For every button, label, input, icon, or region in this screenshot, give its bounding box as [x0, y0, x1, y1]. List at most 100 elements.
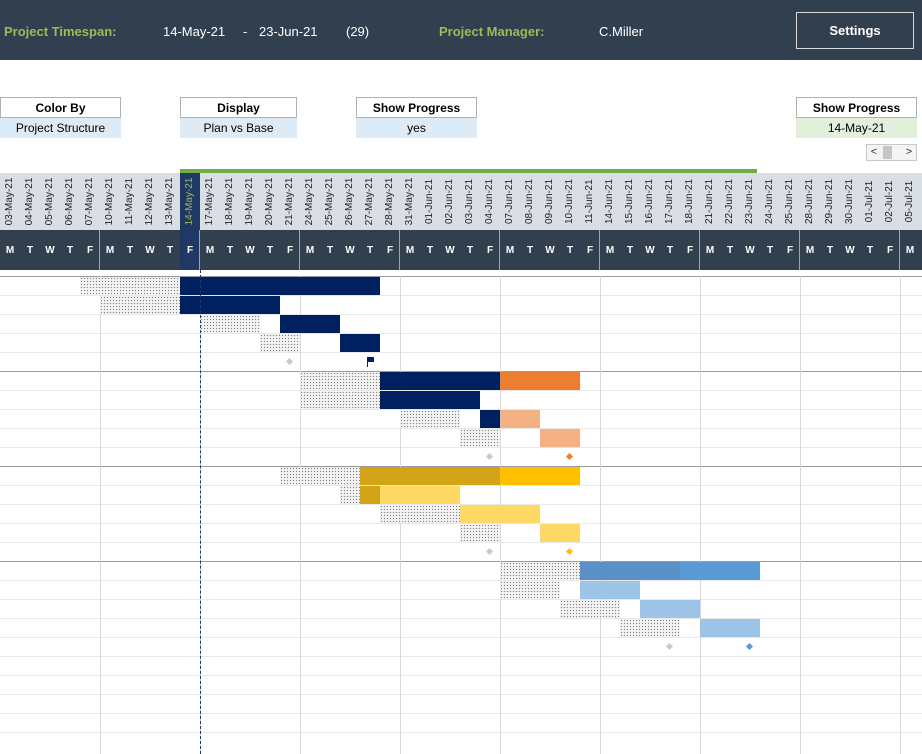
settings-button[interactable]: Settings: [796, 12, 914, 49]
milestone-diamond-icon[interactable]: [745, 642, 754, 651]
date-label: 13-May-21: [164, 177, 175, 226]
milestone-diamond-icon[interactable]: [665, 642, 674, 651]
baseline-bar[interactable]: [500, 581, 560, 599]
color-by-control: Color By Project Structure: [0, 97, 121, 138]
date-column-header: 04-May-21: [20, 173, 40, 230]
baseline-bar[interactable]: [560, 600, 620, 618]
task-bar[interactable]: [700, 619, 760, 637]
start-date: 14-May-21: [163, 24, 226, 39]
milestone-diamond-icon[interactable]: [485, 452, 494, 461]
milestone-diamond-icon[interactable]: [565, 547, 574, 556]
task-bar[interactable]: [680, 562, 760, 580]
task-bar[interactable]: [500, 467, 580, 485]
baseline-bar[interactable]: [380, 505, 460, 523]
task-bar[interactable]: [500, 372, 580, 390]
grid-row-line: [0, 409, 922, 410]
weekday-label: M: [5, 244, 15, 256]
task-bar[interactable]: [640, 600, 700, 618]
date-label: 15-Jun-21: [624, 178, 635, 225]
baseline-bar[interactable]: [500, 562, 580, 580]
color-by-select[interactable]: Project Structure: [0, 118, 121, 138]
weekday-label: M: [205, 244, 215, 256]
date-label: 03-May-21: [4, 177, 15, 226]
date-column-header: 03-May-21: [0, 173, 20, 230]
task-bar[interactable]: [180, 296, 280, 314]
date-dash: -: [243, 24, 248, 39]
weekday-label: T: [666, 244, 674, 256]
baseline-bar[interactable]: [80, 277, 180, 295]
milestone-diamond-icon[interactable]: [485, 547, 494, 556]
weekday-label: T: [526, 244, 534, 256]
display-control: Display Plan vs Base: [180, 97, 297, 138]
baseline-bar[interactable]: [100, 296, 180, 314]
duration: (29): [346, 24, 370, 39]
weekday-label: M: [405, 244, 415, 256]
date-label: 20-May-21: [264, 177, 275, 226]
milestone-diamond-icon[interactable]: [285, 357, 294, 366]
date-column-header: 24-May-21: [300, 173, 320, 230]
baseline-bar[interactable]: [460, 429, 500, 447]
task-bar[interactable]: [480, 410, 500, 428]
weekday-label: T: [226, 244, 234, 256]
end-date: 23-Jun-21: [259, 24, 318, 39]
scroll-right-icon[interactable]: >: [902, 145, 916, 160]
baseline-bar[interactable]: [280, 467, 360, 485]
milestone-flag-icon[interactable]: [367, 357, 374, 367]
task-bar[interactable]: [380, 391, 480, 409]
date-column-header: 01-Jul-21: [860, 173, 880, 230]
weekday-label: M: [805, 244, 815, 256]
date-column-header: 04-Jun-21: [480, 173, 500, 230]
task-bar[interactable]: [580, 581, 640, 599]
scroll-thumb[interactable]: [883, 146, 892, 159]
task-bar[interactable]: [180, 277, 380, 295]
grid-week-line: [900, 276, 901, 754]
task-bar[interactable]: [580, 562, 680, 580]
weekday-label: W: [145, 244, 155, 256]
date-label: 26-May-21: [344, 177, 355, 226]
task-bar[interactable]: [540, 524, 580, 542]
milestone-diamond-icon[interactable]: [565, 452, 574, 461]
scroll-left-icon[interactable]: <: [867, 145, 881, 160]
show-progress-select[interactable]: yes: [356, 118, 477, 138]
task-bar[interactable]: [540, 429, 580, 447]
date-label: 29-Jun-21: [824, 178, 835, 225]
weekday-label: M: [305, 244, 315, 256]
baseline-bar[interactable]: [300, 391, 380, 409]
timeline-scrollbar[interactable]: < >: [866, 144, 917, 161]
baseline-bar[interactable]: [260, 334, 300, 352]
weekday-label: T: [366, 244, 374, 256]
baseline-bar[interactable]: [400, 410, 460, 428]
task-bar[interactable]: [360, 486, 380, 504]
date-label: 17-Jun-21: [664, 178, 675, 225]
grid-row-line: [0, 694, 922, 695]
baseline-bar[interactable]: [300, 372, 380, 390]
task-bar[interactable]: [360, 467, 500, 485]
weekday-label: T: [726, 244, 734, 256]
date-label: 11-Jun-21: [584, 179, 595, 224]
baseline-bar[interactable]: [460, 524, 500, 542]
task-bar[interactable]: [380, 372, 500, 390]
baseline-bar[interactable]: [200, 315, 260, 333]
progress-date-input[interactable]: 14-May-21: [796, 118, 917, 138]
date-label: 23-Jun-21: [744, 178, 755, 225]
baseline-bar[interactable]: [620, 619, 680, 637]
task-bar[interactable]: [280, 315, 340, 333]
timespan-label: Project Timespan:: [4, 24, 117, 39]
date-column-header: 23-Jun-21: [740, 173, 760, 230]
task-bar[interactable]: [340, 334, 380, 352]
weekday-label: T: [466, 244, 474, 256]
weekday-label: T: [626, 244, 634, 256]
date-label: 25-May-21: [324, 177, 335, 226]
weekday-label: F: [786, 244, 794, 256]
date-column-header: 28-Jun-21: [800, 173, 820, 230]
date-label: 25-Jun-21: [784, 178, 795, 225]
task-bar[interactable]: [460, 505, 540, 523]
weekday-header-row: MTWTFMTWTFMTWTFMTWTFMTWTFMTWTFMTWTFMTWTF…: [0, 230, 922, 270]
date-label: 01-Jun-21: [424, 178, 435, 225]
grid-row-line: [0, 314, 922, 315]
date-label: 05-Jul-21: [904, 180, 915, 223]
date-column-header: 27-May-21: [360, 173, 380, 230]
task-bar[interactable]: [500, 410, 540, 428]
display-select[interactable]: Plan vs Base: [180, 118, 297, 138]
task-bar[interactable]: [380, 486, 460, 504]
